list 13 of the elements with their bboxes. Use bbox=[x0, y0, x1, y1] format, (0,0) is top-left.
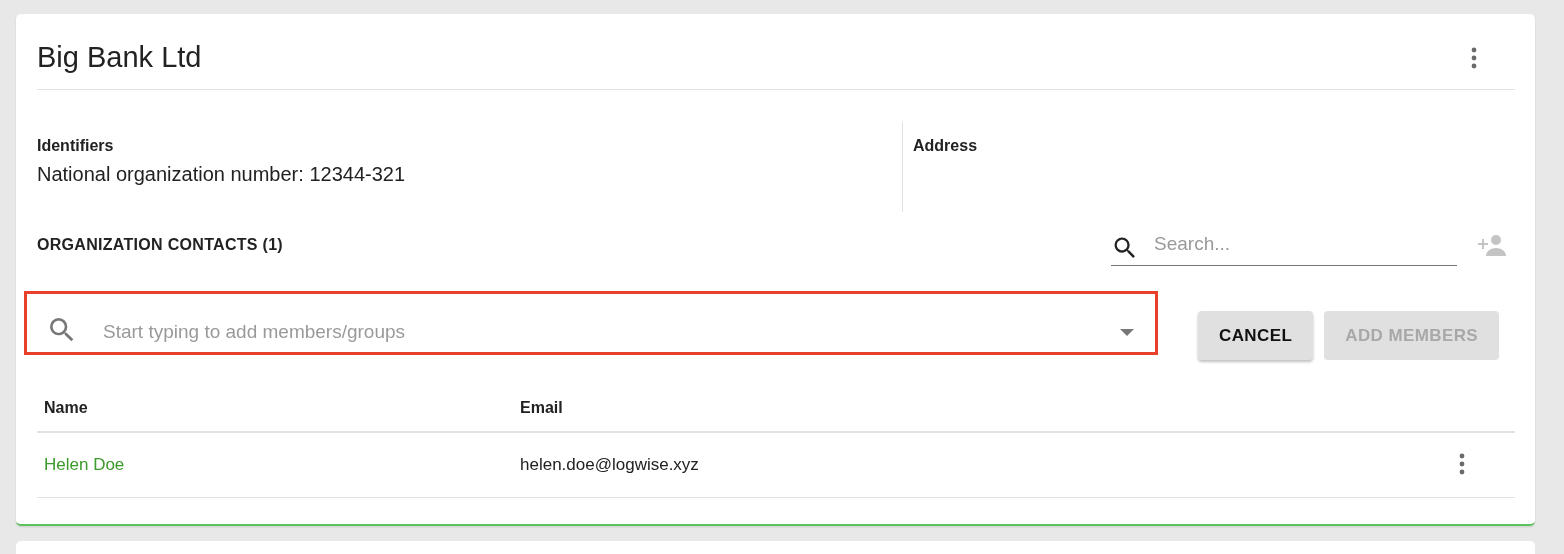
search-icon bbox=[50, 318, 74, 342]
email-cell: helen.doe@logwise.xyz bbox=[520, 455, 699, 474]
column-header: Email bbox=[513, 385, 1251, 432]
section-heading: ORGANIZATION CONTACTS (1) bbox=[37, 236, 283, 254]
section-heading: Identifiers bbox=[37, 137, 115, 155]
card-title: Big Bank Ltd bbox=[37, 41, 202, 74]
column-header: Name bbox=[37, 385, 513, 432]
identifier-text: National organization number: 12344-321 bbox=[37, 163, 407, 186]
dropdown-caret-icon[interactable] bbox=[1120, 329, 1134, 336]
member-picker-field[interactable]: Start typing to add members/groups bbox=[24, 291, 1158, 355]
section-heading: Address bbox=[913, 137, 979, 155]
contact-name-link[interactable]: Helen Doe bbox=[44, 455, 125, 474]
cancel-button[interactable]: CANCEL bbox=[1198, 311, 1314, 360]
